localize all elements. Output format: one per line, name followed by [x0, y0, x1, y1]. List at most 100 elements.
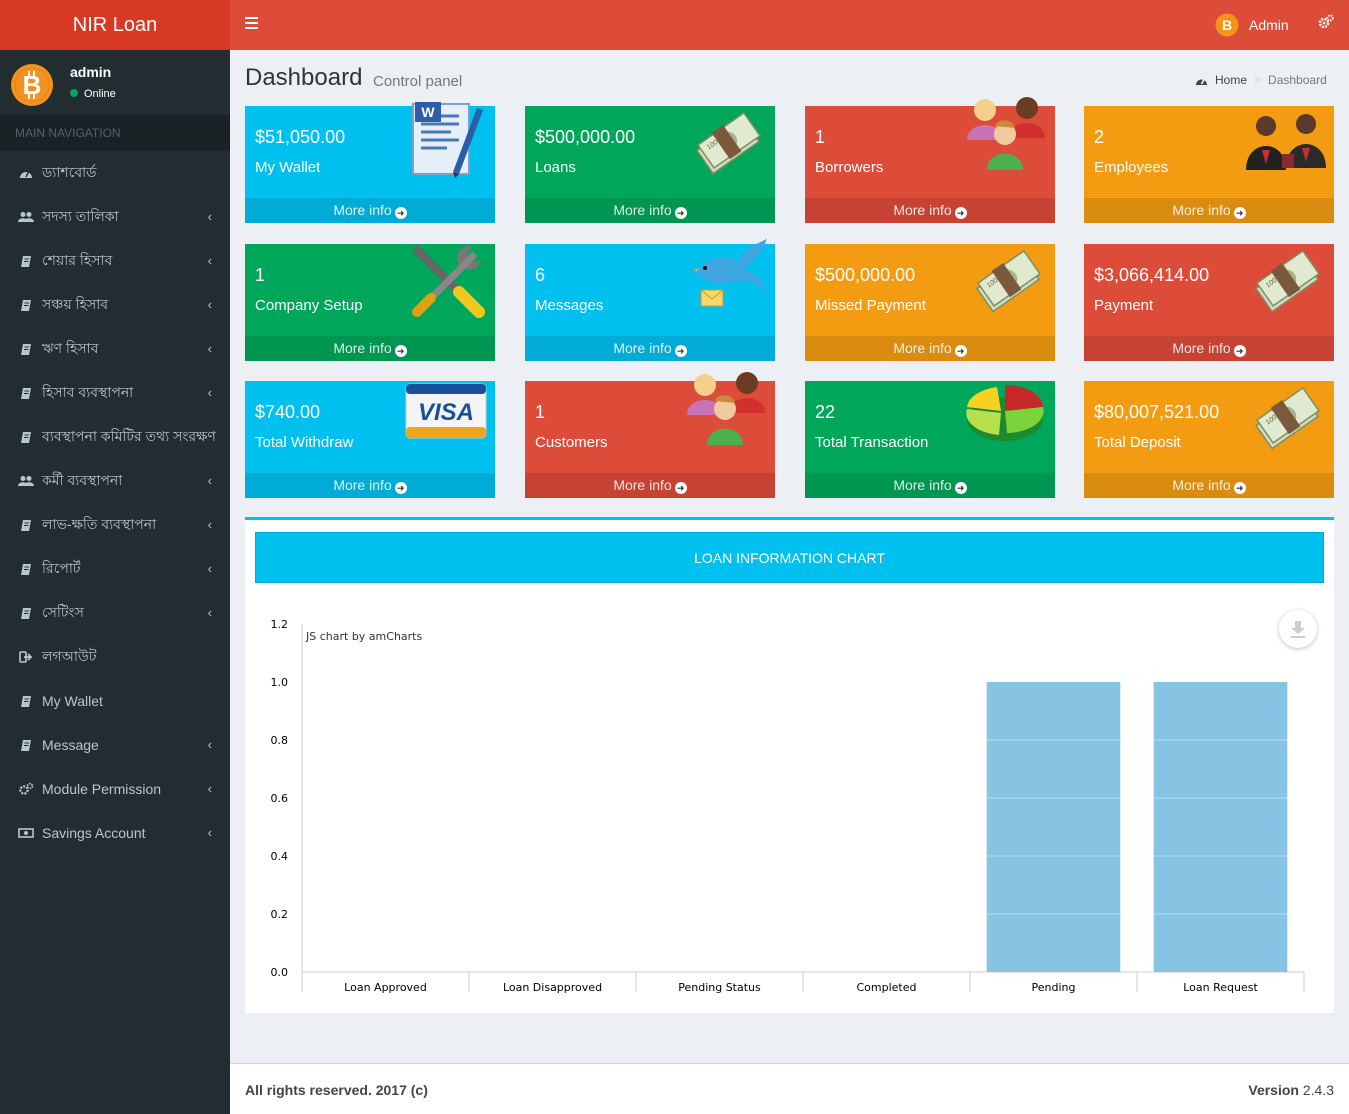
- more-info-link[interactable]: More info ➜: [245, 473, 495, 498]
- chevron-left-icon: ‹: [207, 473, 212, 488]
- stat-value: $51,050.00: [255, 127, 346, 147]
- sidebar-item-10[interactable]: সেটিংস ‹: [0, 591, 230, 635]
- sidebar-item-4[interactable]: ঋণ হিসাব ‹: [0, 327, 230, 371]
- more-info-link[interactable]: More info ➜: [805, 473, 1055, 498]
- stat-value: 1: [815, 127, 826, 147]
- book-icon: [17, 430, 35, 444]
- stat-label: Messages: [535, 297, 604, 314]
- more-info-link[interactable]: More info ➜: [1084, 198, 1334, 223]
- money-stack-icon: 100: [690, 108, 766, 189]
- svg-text:B: B: [23, 70, 42, 100]
- sidebar-item-11[interactable]: লগআউট: [0, 635, 230, 679]
- money-stack-icon: 100: [970, 246, 1046, 327]
- stat-value: 22: [815, 402, 836, 422]
- more-info-link[interactable]: More info ➜: [525, 336, 775, 361]
- sidebar-item-2[interactable]: শেয়ার হিসাব ‹: [0, 239, 230, 283]
- page-title: Dashboard: [245, 64, 363, 91]
- money-icon: [17, 826, 35, 840]
- breadcrumb-home[interactable]: Home: [1215, 73, 1247, 87]
- more-info-link[interactable]: More info ➜: [805, 198, 1055, 223]
- copyright-text: All rights reserved. 2017 (c): [245, 1082, 428, 1098]
- arrow-circle-right-icon: ➜: [1233, 207, 1246, 219]
- more-info-link[interactable]: More info ➜: [1084, 473, 1334, 498]
- svg-text:B: B: [1222, 17, 1232, 33]
- stat-box-total-deposit: 100 $80,007,521.00 Total Deposit More info ➜: [1084, 381, 1334, 498]
- sidebar-item-6[interactable]: ব্যবস্থাপনা কমিটির তথ্য সংরক্ষণ: [0, 415, 230, 459]
- sidebar-item-12[interactable]: My Wallet: [0, 679, 230, 723]
- sidebar-item-14[interactable]: Module Permission ‹: [0, 767, 230, 811]
- people-group-icon: [965, 96, 1049, 181]
- chevron-left-icon: ‹: [207, 209, 212, 224]
- stat-label: My Wallet: [255, 159, 321, 176]
- sidebar-item-1[interactable]: সদস্য তালিকা ‹: [0, 195, 230, 239]
- user-status[interactable]: Online: [70, 88, 116, 100]
- y-tick-label: 0.2: [271, 908, 289, 921]
- more-info-link[interactable]: More info ➜: [245, 336, 495, 361]
- user-status-text: Online: [84, 88, 116, 100]
- sidebar-item-label: শেয়ার হিসাব: [42, 252, 113, 268]
- sidebar-item-13[interactable]: Message ‹: [0, 723, 230, 767]
- book-icon: [17, 606, 35, 620]
- x-tick-label: Loan Request: [1183, 981, 1258, 994]
- bird-mail-icon: [685, 234, 769, 323]
- y-tick-label: 0.8: [271, 734, 289, 747]
- page-subtitle: Control panel: [373, 73, 463, 90]
- chevron-left-icon: ‹: [207, 781, 212, 796]
- stat-value: 6: [535, 265, 546, 285]
- bitcoin-user-icon: B: [1215, 13, 1239, 37]
- sidebar-toggle-icon[interactable]: [245, 17, 258, 29]
- sidebar-item-0[interactable]: ড্যাশবোর্ড: [0, 151, 230, 195]
- stat-label: Payment: [1094, 297, 1154, 314]
- sidebar-item-label: Module Permission: [42, 781, 162, 797]
- more-info-link[interactable]: More info ➜: [805, 336, 1055, 361]
- x-tick-label: Pending Status: [678, 981, 761, 994]
- sidebar-item-label: ব্যবস্থাপনা কমিটির তথ্য সংরক্ষণ: [42, 428, 216, 444]
- version-text: Version 2.4.3: [1248, 1082, 1334, 1098]
- arrow-circle-right-icon: ➜: [394, 345, 407, 357]
- breadcrumb: Home > Dashboard: [1195, 73, 1327, 87]
- more-info-label: More info: [893, 340, 952, 356]
- sidebar-item-label: সঞ্চয় হিসাব: [42, 296, 109, 312]
- brand-logo[interactable]: NIR Loan: [0, 0, 230, 50]
- more-info-link[interactable]: More info ➜: [245, 198, 495, 223]
- more-info-link[interactable]: More info ➜: [525, 198, 775, 223]
- book-icon: [17, 562, 35, 576]
- more-info-link[interactable]: More info ➜: [525, 473, 775, 498]
- y-tick-label: 0.4: [271, 850, 289, 863]
- more-info-label: More info: [333, 202, 392, 218]
- chart-credit: JS chart by amCharts: [305, 630, 422, 643]
- user-menu[interactable]: B Admin: [1215, 13, 1289, 37]
- sidebar-item-8[interactable]: লাভ-ক্ষতি ব্যবস্থাপনা ‹: [0, 503, 230, 547]
- online-dot-icon: [70, 89, 78, 97]
- sidebar-item-9[interactable]: রিপোর্ট ‹: [0, 547, 230, 591]
- more-info-link[interactable]: More info ➜: [1084, 336, 1334, 361]
- stat-label: Employees: [1094, 159, 1169, 176]
- stat-label: Missed Payment: [815, 297, 926, 314]
- more-info-label: More info: [613, 340, 672, 356]
- sidebar-item-label: হিসাব ব্যবস্থাপনা: [42, 384, 134, 400]
- arrow-circle-right-icon: ➜: [954, 207, 967, 219]
- sidebar-item-label: লাভ-ক্ষতি ব্যবস্থাপনা: [42, 516, 157, 532]
- arrow-circle-right-icon: ➜: [954, 345, 967, 357]
- top-navbar: B Admin: [230, 0, 1349, 50]
- svg-text:W: W: [421, 104, 435, 120]
- download-icon: [1291, 621, 1305, 638]
- people-group-icon: [685, 371, 769, 456]
- sidebar-item-label: রিপোর্ট: [42, 560, 81, 576]
- y-tick-label: 1.2: [271, 618, 289, 631]
- sidebar-item-label: My Wallet: [42, 693, 103, 709]
- sidebar-item-3[interactable]: সঞ্চয় হিসাব ‹: [0, 283, 230, 327]
- chevron-left-icon: ‹: [207, 737, 212, 752]
- user-name: admin: [70, 64, 112, 80]
- sidebar-item-7[interactable]: কর্মী ব্যবস্থাপনা ‹: [0, 459, 230, 503]
- sidebar-item-15[interactable]: Savings Account ‹: [0, 811, 230, 855]
- book-icon: [17, 298, 35, 312]
- sidebar-menu: ড্যাশবোর্ড সদস্য তালিকা ‹ শেয়ার হিসাব ‹ সঞ্চ…: [0, 151, 230, 855]
- stat-value: $3,066,414.00: [1094, 265, 1210, 285]
- sidebar-item-5[interactable]: হিসাব ব্যবস্থাপনা ‹: [0, 371, 230, 415]
- stat-box-loans: 100 $500,000.00 Loans More info ➜: [525, 106, 775, 223]
- more-info-label: More info: [893, 202, 952, 218]
- download-button[interactable]: [1279, 610, 1317, 648]
- gears-icon[interactable]: [1318, 14, 1334, 35]
- dashboard-icon: [17, 166, 35, 180]
